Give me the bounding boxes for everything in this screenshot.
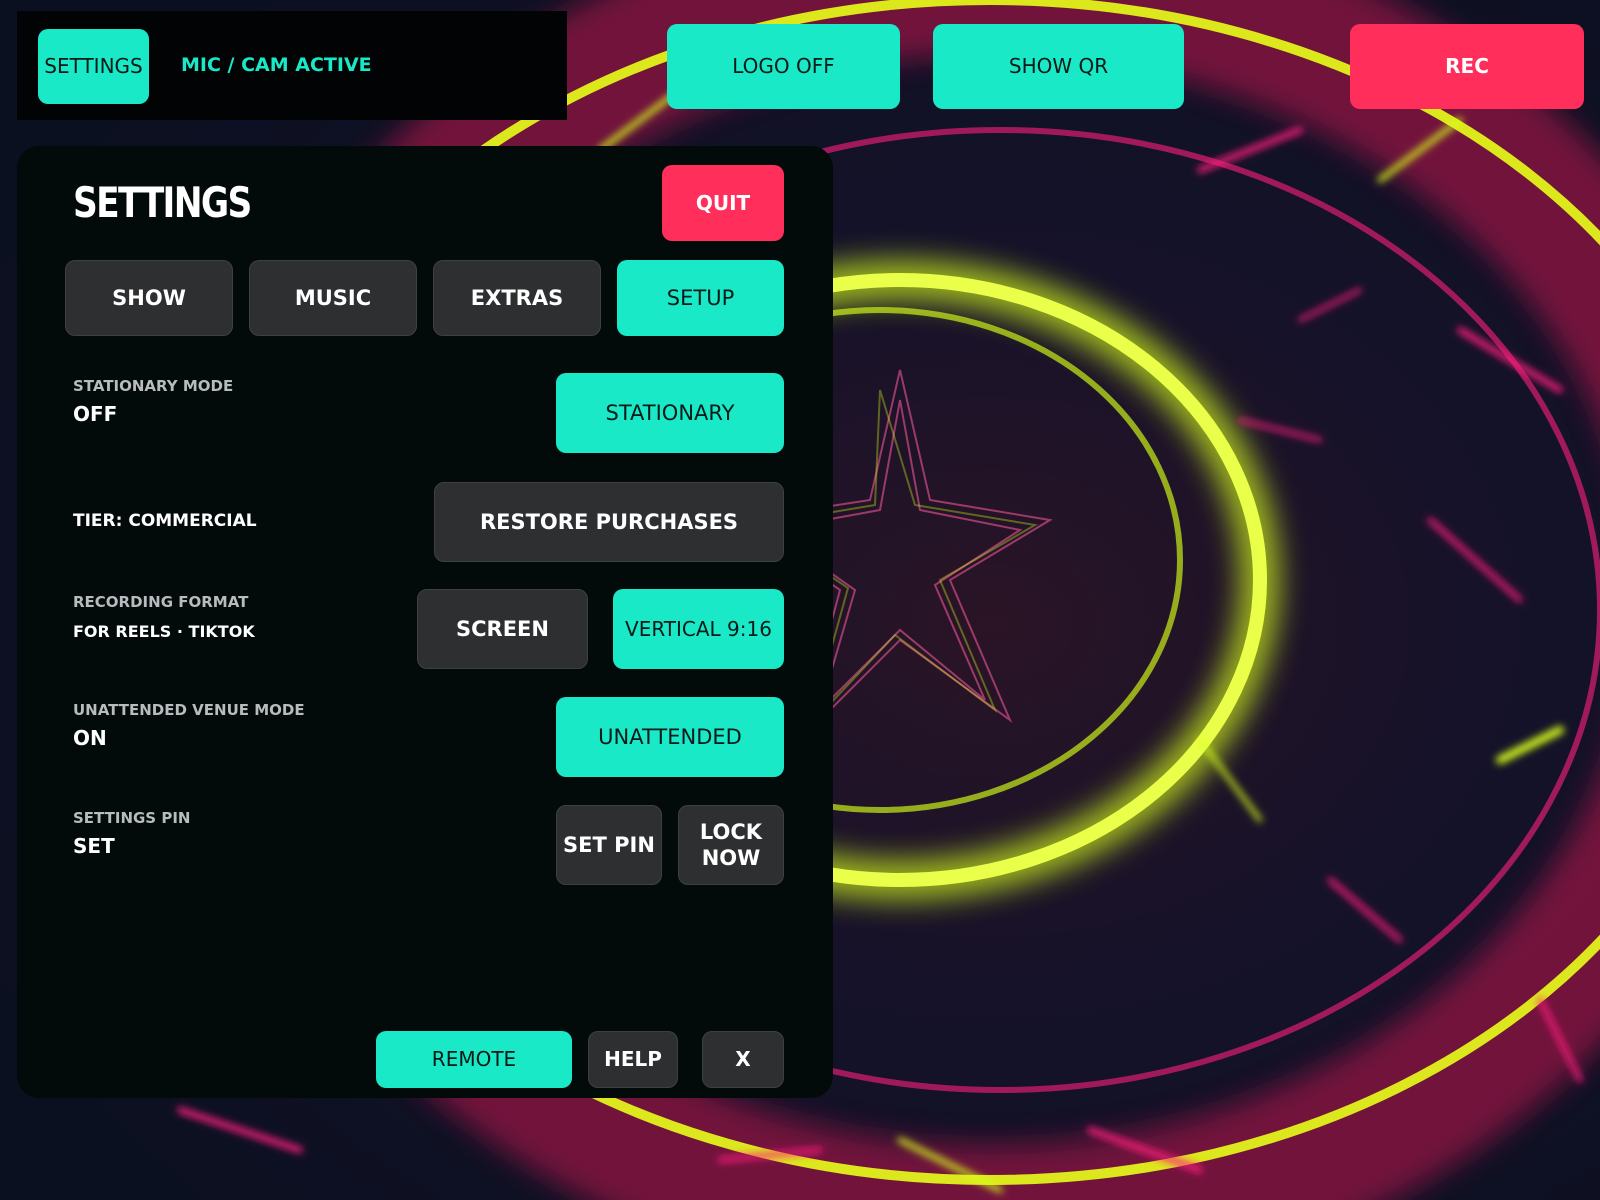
lock-now-button[interactable]: LOCK NOW (678, 805, 784, 885)
tab-music[interactable]: MUSIC (249, 260, 417, 336)
help-button[interactable]: HELP (588, 1031, 678, 1088)
stationary-mode-value: OFF (73, 402, 118, 426)
quit-button[interactable]: QUIT (662, 165, 784, 241)
restore-purchases-button[interactable]: RESTORE PURCHASES (434, 482, 784, 562)
remote-button[interactable]: REMOTE (376, 1031, 572, 1088)
stationary-mode-label: STATIONARY MODE (73, 377, 234, 395)
stationary-button[interactable]: STATIONARY (556, 373, 784, 453)
panel-title: SETTINGS (73, 178, 252, 227)
screen-format-button[interactable]: SCREEN (417, 589, 588, 669)
set-pin-button[interactable]: SET PIN (556, 805, 662, 885)
tier-label: TIER: COMMERCIAL (73, 511, 257, 531)
close-panel-button[interactable]: X (702, 1031, 784, 1088)
settings-pin-label: SETTINGS PIN (73, 809, 191, 827)
record-button[interactable]: REC (1350, 24, 1584, 109)
tab-show[interactable]: SHOW (65, 260, 233, 336)
unattended-button[interactable]: UNATTENDED (556, 697, 784, 777)
recording-format-subtitle: FOR REELS · TIKTOK (73, 622, 255, 641)
tab-setup[interactable]: SETUP (617, 260, 784, 336)
tab-extras[interactable]: EXTRAS (433, 260, 601, 336)
vertical-format-button[interactable]: VERTICAL 9:16 (613, 589, 784, 669)
mic-cam-status: MIC / CAM ACTIVE (181, 54, 372, 76)
unattended-mode-label: UNATTENDED VENUE MODE (73, 701, 305, 719)
logo-toggle-button[interactable]: LOGO OFF (667, 24, 900, 109)
recording-format-label: RECORDING FORMAT (73, 593, 249, 611)
show-qr-button[interactable]: SHOW QR (933, 24, 1184, 109)
settings-button[interactable]: SETTINGS (38, 29, 149, 104)
unattended-mode-value: ON (73, 726, 107, 750)
settings-pin-value: SET (73, 834, 115, 858)
